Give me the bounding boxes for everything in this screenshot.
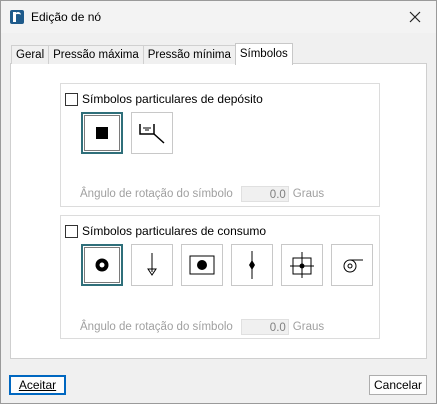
filled-square-icon: [96, 127, 108, 139]
blob-icon: [189, 255, 215, 275]
deposit-angle-label: Ângulo de rotação do símbolo: [80, 188, 233, 200]
deposit-symbol-square[interactable]: [81, 112, 123, 154]
close-icon: [409, 11, 421, 23]
spiral-icon: [343, 259, 363, 273]
deposit-checkbox-row[interactable]: Símbolos particulares de depósito: [65, 92, 263, 106]
diamond-line-icon: [249, 251, 255, 279]
accept-button[interactable]: Aceitar: [9, 375, 66, 395]
tab-pressao-minima[interactable]: Pressão mínima: [142, 45, 236, 64]
deposit-symbol-tank[interactable]: [131, 112, 173, 154]
consumption-symbols-group: Símbolos particulares de consumo Ângulo …: [60, 215, 380, 339]
consumption-angle-input: 0.0: [240, 319, 289, 335]
tab-simbolos[interactable]: Símbolos: [234, 43, 293, 65]
deposit-symbols-group: Símbolos particulares de depósito Ângulo…: [60, 83, 380, 207]
close-button[interactable]: [402, 6, 428, 28]
cancel-button-label: Cancelar: [373, 378, 423, 392]
consumption-checkbox[interactable]: [65, 224, 78, 238]
deposit-angle-input: 0.0: [240, 186, 289, 202]
consumption-angle-label: Ângulo de rotação do símbolo: [80, 321, 233, 333]
tab-geral[interactable]: Geral: [11, 45, 50, 64]
consumption-symbol-ring[interactable]: [81, 244, 123, 286]
deposit-checkbox[interactable]: [65, 92, 78, 106]
consumption-symbol-arrow[interactable]: [131, 244, 173, 286]
app-icon: [10, 10, 24, 24]
consumption-checkbox-row[interactable]: Símbolos particulares de consumo: [65, 224, 266, 238]
consumption-checkbox-label: Símbolos particulares de consumo: [82, 224, 267, 238]
ring-icon: [95, 258, 109, 272]
window-title: Edição de nó: [31, 10, 102, 24]
down-arrow-icon: [147, 253, 157, 276]
consumption-angle-row: Ângulo de rotação do símbolo 0.0 Graus: [80, 319, 324, 335]
deposit-angle-row: Ângulo de rotação do símbolo 0.0 Graus: [80, 186, 324, 202]
tank-icon: [139, 124, 165, 144]
cancel-button[interactable]: Cancelar: [369, 375, 427, 395]
tab-strip: Geral Pressão máxima Pressão mínima Símb…: [11, 43, 293, 65]
consumption-symbol-diamond[interactable]: [231, 244, 273, 286]
accept-button-label: Aceitar: [18, 378, 57, 392]
crosshair-box-icon: [290, 252, 314, 278]
title-bar: Edição de nó: [1, 1, 436, 33]
consumption-angle-unit: Graus: [292, 321, 325, 333]
tab-pressao-maxima[interactable]: Pressão máxima: [48, 45, 144, 64]
consumption-symbol-blob[interactable]: [181, 244, 223, 286]
deposit-checkbox-label: Símbolos particulares de depósito: [82, 92, 263, 106]
deposit-angle-unit: Graus: [292, 188, 325, 200]
dialog-window: Edição de nó Geral Pressão máxima Pressã…: [0, 0, 437, 404]
consumption-symbol-crosshair[interactable]: [281, 244, 323, 286]
consumption-symbol-spiral[interactable]: [331, 244, 373, 286]
